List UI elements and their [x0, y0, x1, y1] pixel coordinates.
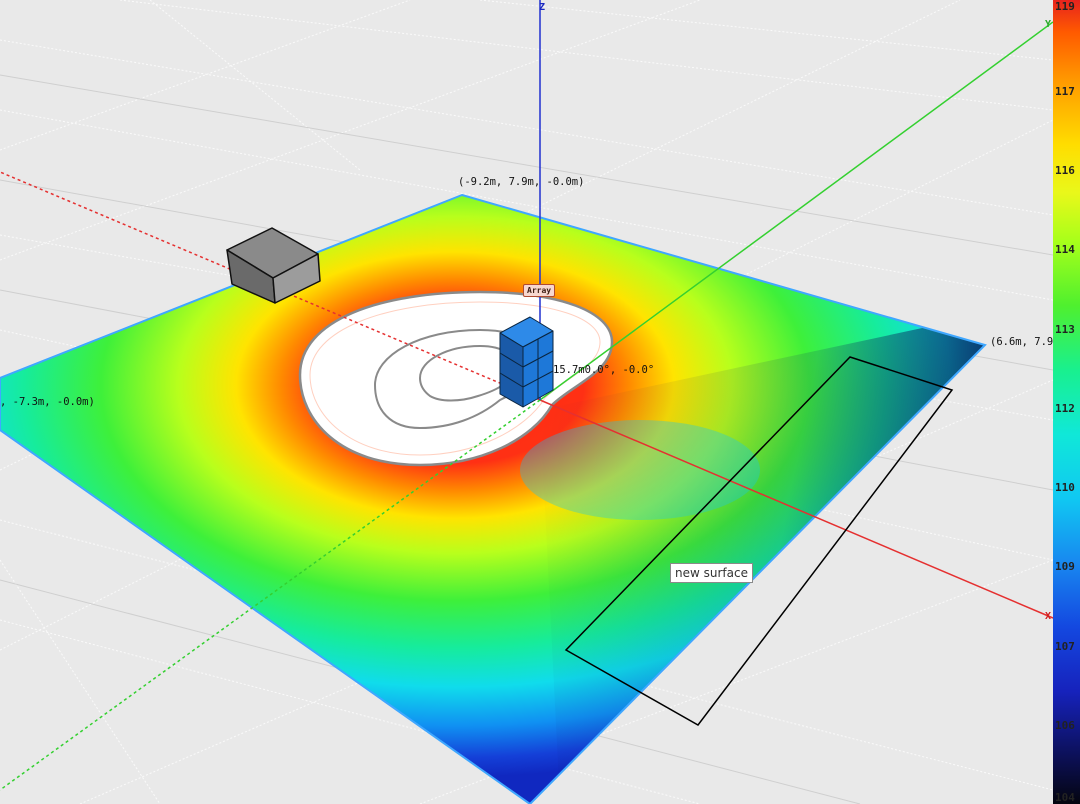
colorbar-tick: 112 — [1055, 402, 1075, 415]
3d-viewport[interactable]: Z Y X (-9.2m, 7.9m, -0.0m) (6.6m, 7.9m, … — [0, 0, 1080, 804]
y-axis-label: Y — [1045, 19, 1052, 30]
corner-coordinate-near-left: , -7.3m, -0.0m) — [0, 396, 95, 408]
colorbar-tick: 106 — [1055, 719, 1075, 732]
z-axis-label: Z — [539, 2, 546, 13]
colorbar-tick: 119 — [1055, 0, 1075, 13]
colorbar-tick: 107 — [1055, 640, 1075, 653]
surface-label[interactable]: new surface — [670, 563, 753, 583]
colorbar-tick: 116 — [1055, 164, 1075, 177]
colorbar-tick: 109 — [1055, 560, 1075, 573]
x-axis-label: X — [1045, 611, 1052, 622]
colorbar-tick: 113 — [1055, 323, 1075, 336]
colorbar-tick: 104 — [1055, 791, 1075, 804]
colorbar-tick: 114 — [1055, 243, 1075, 256]
corner-coordinate-far-left: (-9.2m, 7.9m, -0.0m) — [458, 176, 585, 188]
array-tag[interactable]: Array — [523, 284, 556, 297]
speaker-array[interactable] — [499, 316, 554, 408]
colorbar-tick: 110 — [1055, 481, 1075, 494]
array-position-readout: 15.7m0.0°, -0.0° — [553, 364, 655, 376]
colorbar-tick: 117 — [1055, 85, 1075, 98]
scene-canvas[interactable] — [0, 0, 1053, 804]
